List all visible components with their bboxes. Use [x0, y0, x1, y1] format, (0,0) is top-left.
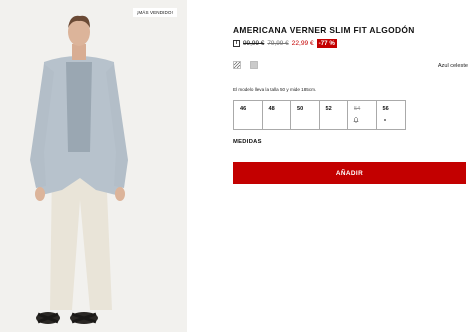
size-option[interactable]: 48: [263, 101, 291, 129]
model-size-note: El modelo lleva la talla 50 y mide 185cm…: [233, 87, 317, 92]
selected-color-name: Azul celeste: [437, 63, 468, 69]
best-seller-badge: ¡MÁS VENDIDO!: [132, 8, 177, 17]
size-label: 56: [382, 106, 389, 112]
size-option[interactable]: 52: [320, 101, 348, 129]
bell-icon[interactable]: [353, 117, 359, 123]
add-to-cart-button[interactable]: AÑADIR: [233, 162, 466, 184]
previous-price: 79,99 €: [267, 40, 289, 47]
discount-badge: -77 %: [316, 39, 337, 48]
texture-icon[interactable]: [250, 61, 258, 69]
price-row: i 99,99 € 79,99 € 22,99 € -77 %: [233, 39, 337, 48]
size-option[interactable]: 46: [234, 101, 263, 129]
size-option-unavailable[interactable]: 54: [348, 101, 377, 129]
info-icon[interactable]: i: [233, 40, 240, 47]
color-selector: Azul celeste: [233, 61, 468, 71]
product-title: AMERICANA VERNER SLIM FIT ALGODÓN: [233, 25, 415, 35]
size-label: 54: [354, 106, 361, 112]
size-option[interactable]: 50: [291, 101, 320, 129]
size-label: 46: [240, 106, 247, 112]
dot-icon: [383, 119, 386, 121]
model-illustration: [0, 0, 187, 332]
size-selector: 46 48 50 52 54 56: [233, 100, 406, 130]
pattern-icon[interactable]: [233, 61, 241, 69]
size-label: 50: [297, 106, 304, 112]
current-price: 22,99 €: [291, 40, 314, 47]
product-photo: ¡MÁS VENDIDO!: [0, 0, 187, 332]
original-price: 99,99 €: [243, 40, 265, 47]
product-info-panel: AMERICANA VERNER SLIM FIT ALGODÓN i 99,9…: [233, 0, 468, 332]
size-label: 48: [268, 106, 275, 112]
size-label: 52: [325, 106, 332, 112]
measures-link[interactable]: MEDIDAS: [233, 139, 262, 145]
size-option[interactable]: 56: [377, 101, 406, 129]
